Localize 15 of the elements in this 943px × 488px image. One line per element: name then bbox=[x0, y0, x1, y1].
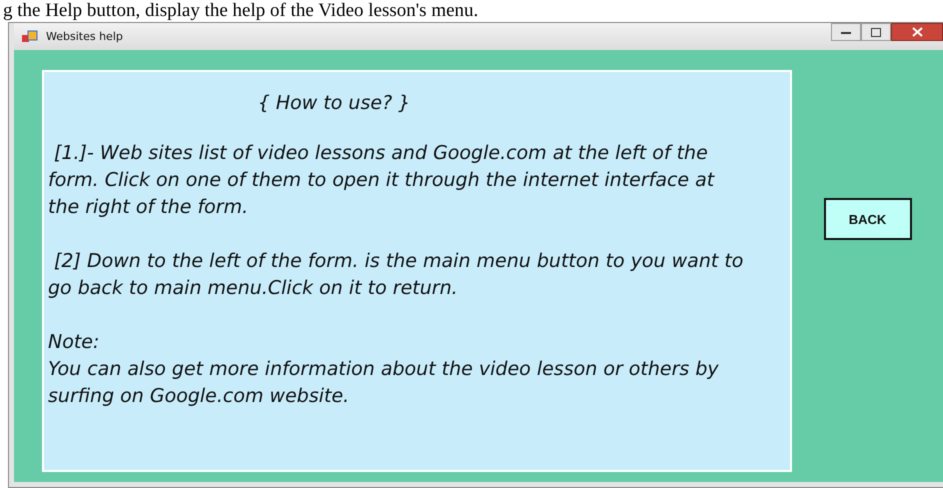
help-heading: { How to use? } bbox=[256, 91, 412, 116]
help-paragraph: [2] Down to the left of the form. is the main menu button to you want to go back to main menu.Click on it to return. bbox=[48, 249, 744, 301]
app-icon bbox=[22, 30, 38, 44]
document-text: g the Help button, display the help of the Video lesson's menu. bbox=[2, 0, 480, 22]
help-paragraph: [1.]- Web sites list of video lessons and Google.com at the left of the form. Click on one of them to open it through the internet interface at the right of the form. bbox=[48, 141, 716, 220]
note-label: Note: bbox=[48, 330, 100, 355]
note-text: You can also get more information about the video lesson or others by surfing on Google.com website. bbox=[48, 357, 720, 409]
minimize-icon bbox=[841, 29, 851, 35]
window-title: Websites help bbox=[46, 30, 123, 43]
maximize-button[interactable] bbox=[861, 23, 891, 41]
close-icon bbox=[912, 27, 922, 37]
minimize-button[interactable] bbox=[831, 23, 861, 41]
back-button[interactable]: BACK bbox=[824, 198, 912, 240]
close-button[interactable] bbox=[891, 23, 943, 41]
maximize-icon bbox=[871, 28, 881, 36]
